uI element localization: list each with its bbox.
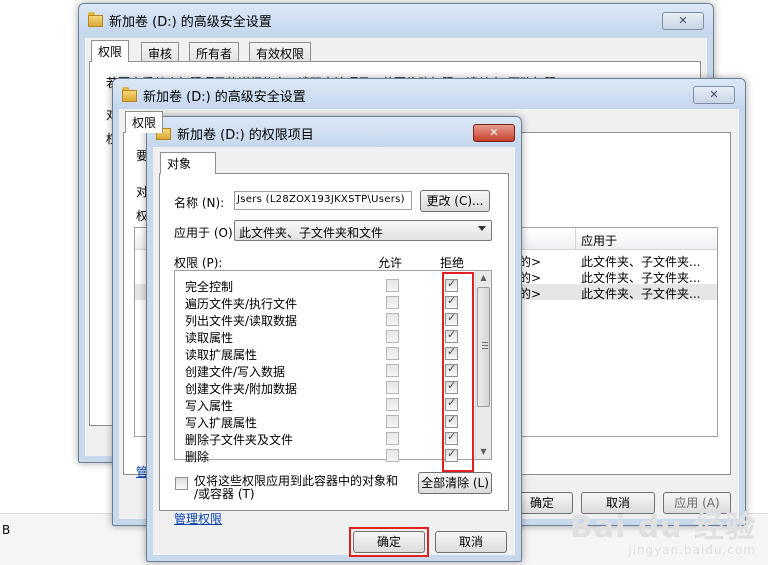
change-button[interactable]: 更改 (C)...	[420, 190, 490, 212]
tab-permissions[interactable]: 权限	[91, 40, 130, 62]
permission-row[interactable]: 遍历文件夹/执行文件	[185, 294, 475, 311]
watermark: Bai du 经验 jingyan.baidu.com	[569, 510, 756, 558]
perm-label: 权限 (P):	[174, 256, 223, 270]
deny-checkbox[interactable]	[445, 362, 458, 377]
watermark-logo: Bai du 经验	[569, 510, 756, 545]
scroll-thumb[interactable]	[477, 287, 490, 407]
permission-row[interactable]: 创建文件/写入数据	[185, 362, 475, 379]
apply-to-label: 应用于 (O):	[174, 226, 237, 240]
deny-checkbox[interactable]	[445, 328, 458, 343]
column-header-apply[interactable]: 应用于	[581, 232, 617, 249]
allow-checkbox[interactable]	[386, 381, 399, 394]
permission-row[interactable]: 创建文件夹/附加数据	[185, 379, 475, 396]
apply-to-value: 此文件夹、子文件夹和文件	[239, 226, 384, 240]
permission-name: 列出文件夹/读取数据	[185, 314, 298, 328]
tab-effective[interactable]: 有效权限	[249, 42, 312, 62]
allow-checkbox[interactable]	[386, 296, 399, 309]
tab-audit[interactable]: 审核	[141, 42, 180, 62]
bottom-strip-text: B	[2, 523, 11, 537]
permission-name: 读取属性	[185, 331, 234, 345]
allow-checkbox[interactable]	[386, 279, 399, 292]
tab-permissions[interactable]: 权限	[125, 111, 164, 133]
permission-row[interactable]: 写入扩展属性	[185, 413, 475, 430]
back-window-title: 新加卷 (D:) 的高级安全设置	[109, 15, 272, 30]
tab-owner[interactable]: 所有者	[189, 42, 240, 62]
name-field-value: Jsers (L28ZOX193JKXSTP\Users)	[237, 194, 405, 205]
folder-icon	[87, 12, 103, 27]
front-close-button[interactable]: ✕	[473, 124, 515, 142]
allow-column-header: 允许	[378, 256, 403, 270]
permission-name: 删除子文件夹及文件	[185, 433, 294, 447]
permission-name: 写入属性	[185, 399, 234, 413]
permission-row[interactable]: 列出文件夹/读取数据	[185, 311, 475, 328]
apply-to-select[interactable]: 此文件夹、子文件夹和文件	[234, 220, 492, 241]
name-label: 名称 (N):	[174, 196, 225, 210]
middle-window-title: 新加卷 (D:) 的高级安全设置	[143, 90, 306, 105]
allow-checkbox[interactable]	[386, 432, 399, 445]
allow-checkbox[interactable]	[386, 313, 399, 326]
front-client: 对象 名称 (N): Jsers (L28ZOX193JKXSTP\Users)…	[153, 147, 515, 557]
front-tabpage: 名称 (N): Jsers (L28ZOX193JKXSTP\Users) 更改…	[159, 173, 509, 526]
permission-row[interactable]: 读取属性	[185, 328, 475, 345]
permission-row[interactable]: 读取扩展属性	[185, 345, 475, 362]
watermark-url: jingyan.baidu.com	[628, 543, 756, 557]
back-titlebar[interactable]: 新加卷 (D:) 的高级安全设置 ✕	[79, 4, 713, 34]
permission-name: 遍历文件夹/执行文件	[185, 297, 298, 311]
name-field[interactable]: Jsers (L28ZOX193JKXSTP\Users)	[234, 191, 412, 210]
allow-checkbox[interactable]	[386, 330, 399, 343]
scroll-up-arrow[interactable]: ▲	[476, 271, 491, 285]
permission-row[interactable]: 完全控制	[185, 277, 475, 294]
deny-checkbox[interactable]	[445, 311, 458, 326]
permission-row[interactable]: 删除子文件夹及文件	[185, 430, 475, 447]
apply-inherit-label-2: /或容器 (T)	[194, 487, 255, 501]
allow-checkbox[interactable]	[386, 347, 399, 360]
front-ok-button[interactable]: 确定	[353, 531, 425, 553]
deny-checkbox[interactable]	[445, 413, 458, 428]
clear-all-button[interactable]: 全部清除 (L)	[418, 472, 492, 494]
middle-titlebar[interactable]: 新加卷 (D:) 的高级安全设置 ✕	[113, 79, 745, 109]
apply-inherit-checkbox[interactable]	[175, 477, 188, 490]
permission-name: 写入扩展属性	[185, 416, 258, 430]
row-apply: 此文件夹、子文件夹...	[581, 287, 701, 301]
permission-row[interactable]: 删除	[185, 447, 475, 464]
permission-name: 创建文件夹/附加数据	[185, 382, 298, 396]
front-window-title: 新加卷 (D:) 的权限项目	[177, 128, 314, 143]
deny-checkbox[interactable]	[445, 447, 458, 462]
deny-checkbox[interactable]	[445, 430, 458, 445]
permission-name: 创建文件/写入数据	[185, 365, 286, 379]
deny-checkbox[interactable]	[445, 345, 458, 360]
allow-checkbox[interactable]	[386, 415, 399, 428]
manage-permissions-link[interactable]: 管理权限	[174, 510, 222, 527]
permission-row[interactable]: 写入属性	[185, 396, 475, 413]
deny-checkbox[interactable]	[445, 379, 458, 394]
tab-object[interactable]: 对象	[160, 152, 216, 174]
deny-checkbox[interactable]	[445, 294, 458, 309]
chevron-down-icon	[478, 226, 486, 231]
deny-checkbox[interactable]	[445, 396, 458, 411]
column-divider	[575, 228, 576, 250]
permission-scrollbar[interactable]: ▲ ▼	[475, 271, 491, 459]
row-name-fragment: 的>	[519, 287, 542, 301]
permission-name: 删除	[185, 450, 210, 464]
allow-checkbox[interactable]	[386, 398, 399, 411]
permission-name: 读取扩展属性	[185, 348, 258, 362]
middle-close-button[interactable]: ✕	[693, 86, 735, 104]
scroll-down-arrow[interactable]: ▼	[476, 445, 491, 459]
allow-checkbox[interactable]	[386, 449, 399, 462]
permission-entry-dialog: 新加卷 (D:) 的权限项目 ✕ 对象 名称 (N): Jsers (L28ZO…	[146, 116, 522, 562]
deny-checkbox[interactable]	[445, 277, 458, 292]
front-cancel-button[interactable]: 取消	[435, 531, 507, 553]
back-close-button[interactable]: ✕	[662, 12, 704, 30]
folder-icon	[121, 87, 137, 102]
deny-column-header: 拒绝	[440, 256, 465, 270]
front-titlebar[interactable]: 新加卷 (D:) 的权限项目 ✕	[147, 117, 521, 147]
allow-checkbox[interactable]	[386, 364, 399, 377]
permission-name: 完全控制	[185, 280, 234, 294]
permission-list[interactable]: 完全控制遍历文件夹/执行文件列出文件夹/读取数据读取属性读取扩展属性创建文件/写…	[174, 270, 492, 464]
